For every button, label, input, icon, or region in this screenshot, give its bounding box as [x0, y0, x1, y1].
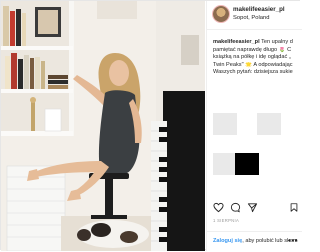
more-options-icon[interactable]: ••• — [288, 236, 298, 245]
post-date[interactable]: 1 SIERPNIA — [213, 218, 239, 223]
comment-icon[interactable] — [230, 202, 241, 213]
post-caption: makelifeeasier_pl Ten upalny d pamiętać … — [213, 39, 301, 77]
caption-line-3: książką na półkę i idę oglądać „ — [213, 54, 291, 61]
placeholder-box-3 — [213, 153, 237, 175]
caption-line-1: makelifeeasier_pl Ten upalny d — [213, 39, 301, 47]
placeholder-box-1 — [213, 113, 237, 135]
post-actions — [213, 202, 299, 214]
caption-username[interactable]: makelifeeasier_pl — [213, 39, 260, 45]
instagram-post: makelifeeasier_pl Sopot, Poland makelife… — [0, 0, 302, 252]
placeholder-box-2 — [257, 113, 281, 135]
caption-text-1: Ten upalny d — [261, 39, 293, 45]
post-photo[interactable] — [1, 1, 205, 251]
bookmark-icon[interactable] — [289, 202, 299, 213]
caption-line-2: pamiętać naprawdę długo 🌷 C — [213, 46, 292, 53]
avatar[interactable] — [213, 6, 229, 22]
post-location[interactable]: Sopot, Poland — [233, 15, 269, 21]
post-side-panel: makelifeeasier_pl Sopot, Poland makelife… — [206, 1, 302, 252]
share-icon[interactable] — [247, 202, 258, 213]
post-footer: Zaloguj się, aby polubić lub skom ••• — [207, 231, 302, 252]
heart-icon[interactable] — [213, 202, 224, 213]
post-header: makelifeeasier_pl Sopot, Poland — [207, 1, 302, 30]
caption-line-5: Waszych pytań: dzisiejsza sukie — [213, 69, 293, 76]
black-box — [235, 153, 259, 175]
post-username[interactable]: makelifeeasier_pl — [233, 6, 285, 13]
login-link[interactable]: Zaloguj się — [213, 238, 242, 244]
login-prompt: Zaloguj się, aby polubić lub skom — [213, 238, 298, 244]
photo-illustration — [1, 1, 205, 251]
caption-line-4: Twin Peaks" 🌟 A odpowiadając — [213, 61, 293, 68]
